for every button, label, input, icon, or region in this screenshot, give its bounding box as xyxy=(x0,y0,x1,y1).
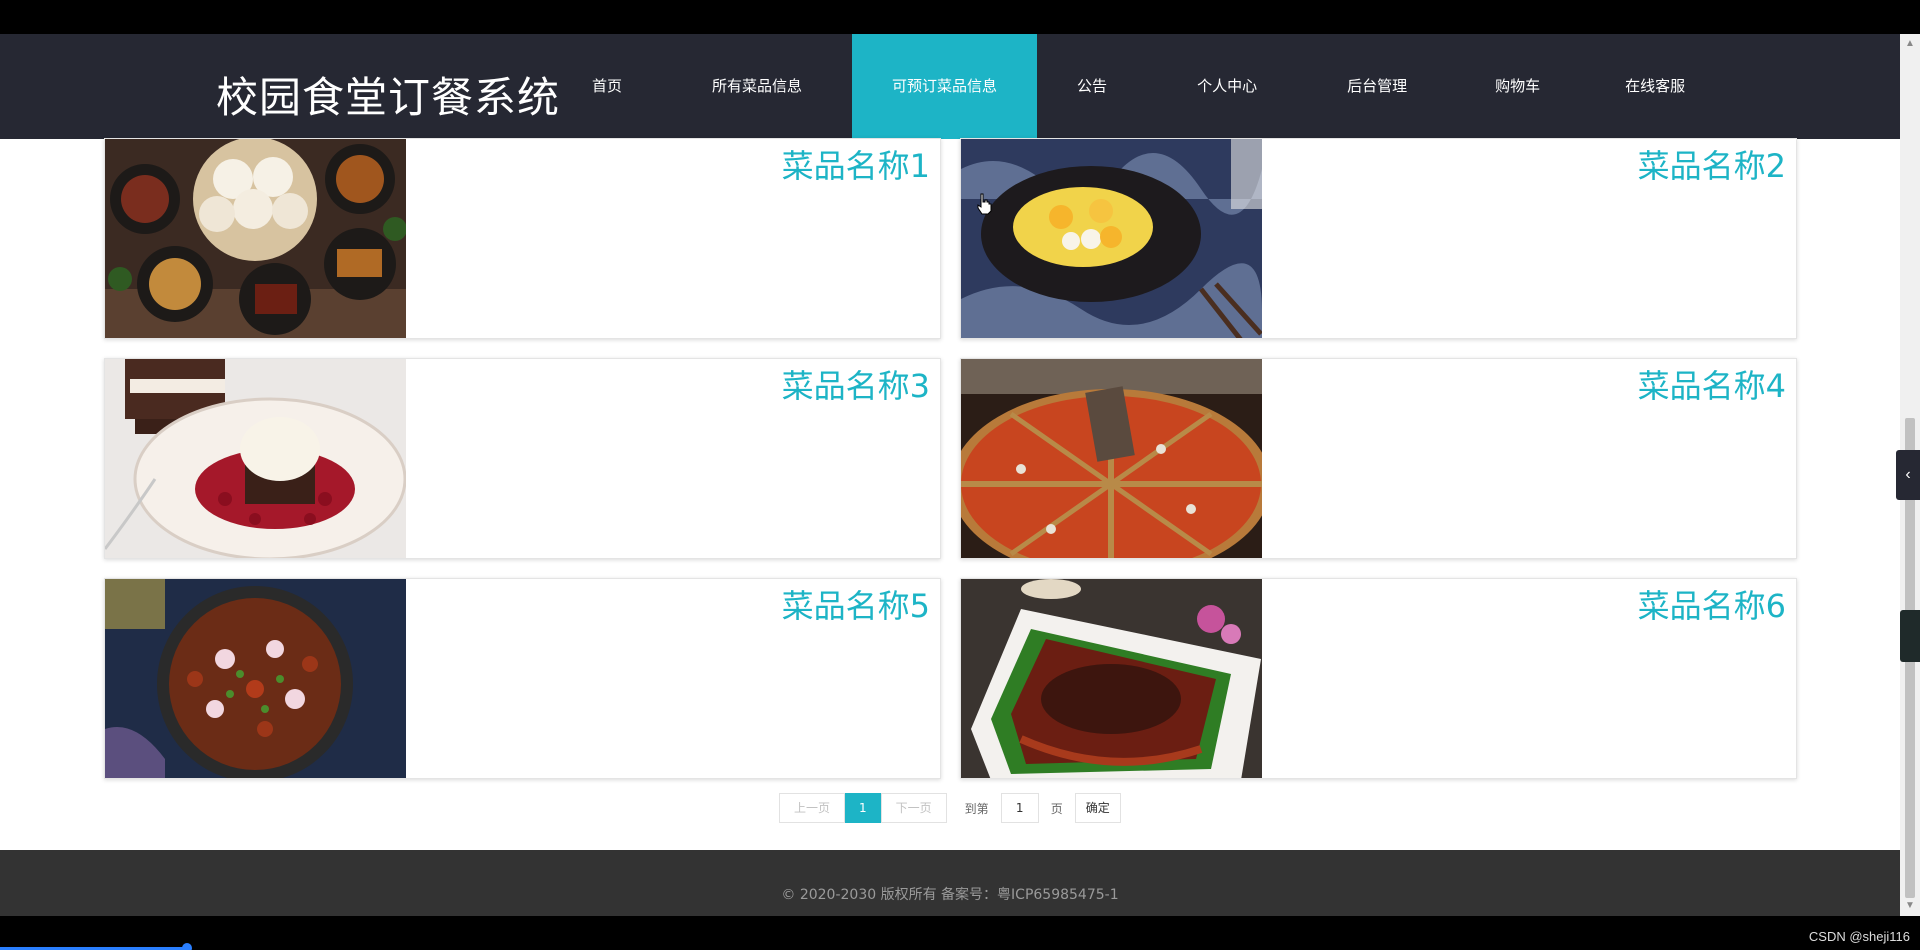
scroll-down-icon[interactable]: ▼ xyxy=(1904,900,1916,912)
dish-card[interactable]: 菜品名称1 xyxy=(104,138,941,339)
progress-handle[interactable] xyxy=(182,943,192,950)
nav-online-service[interactable]: 在线客服 xyxy=(1605,34,1705,139)
dish-title[interactable]: 菜品名称6 xyxy=(1638,581,1786,627)
dish-card[interactable]: 菜品名称3 xyxy=(104,358,941,559)
dish-title[interactable]: 菜品名称5 xyxy=(782,581,930,627)
nav-all-dishes[interactable]: 所有菜品信息 xyxy=(692,34,822,139)
dish-card[interactable]: 菜品名称2 xyxy=(960,138,1797,339)
main-nav: 首页 所有菜品信息 可预订菜品信息 公告 个人中心 后台管理 购物车 在线客服 xyxy=(572,34,1705,139)
dish-image[interactable] xyxy=(105,139,406,338)
hand-cursor-icon xyxy=(977,193,992,215)
side-collapse-button[interactable]: ‹ xyxy=(1896,450,1920,500)
dish-image[interactable] xyxy=(105,359,406,558)
dish-title[interactable]: 菜品名称1 xyxy=(782,141,930,187)
watermark-text: CSDN @sheji116 xyxy=(1808,929,1910,944)
prev-page-button[interactable]: 上一页 xyxy=(779,793,846,823)
confirm-page-button[interactable]: 确定 xyxy=(1074,793,1121,823)
nav-bookable-dishes[interactable]: 可预订菜品信息 xyxy=(852,34,1038,139)
nav-cart[interactable]: 购物车 xyxy=(1475,34,1560,139)
browser-viewport: 校园食堂订餐系统 首页 所有菜品信息 可预订菜品信息 公告 个人中心 后台管理 … xyxy=(0,34,1900,916)
dish-image[interactable] xyxy=(105,579,406,778)
dish-image[interactable] xyxy=(961,359,1262,558)
goto-label: 到第 xyxy=(964,801,989,816)
nav-home[interactable]: 首页 xyxy=(572,34,642,139)
nav-personal-center[interactable]: 个人中心 xyxy=(1177,34,1277,139)
page-unit-label: 页 xyxy=(1050,801,1063,816)
side-tool-button[interactable] xyxy=(1900,610,1920,662)
site-footer: © 2020-2030 版权所有 备案号：粤ICP65985475-1 xyxy=(0,850,1900,916)
dish-image[interactable] xyxy=(961,139,1262,338)
copyright-text: © 2020-2030 版权所有 备案号：粤ICP65985475-1 xyxy=(781,887,1119,903)
dish-card[interactable]: 菜品名称5 xyxy=(104,578,941,779)
dish-title[interactable]: 菜品名称2 xyxy=(1638,141,1786,187)
page-number-input[interactable]: 1 xyxy=(1000,793,1039,823)
current-page-button[interactable]: 1 xyxy=(845,793,881,823)
dish-card[interactable]: 菜品名称4 xyxy=(960,358,1797,559)
next-page-button[interactable]: 下一页 xyxy=(880,793,947,823)
dish-title[interactable]: 菜品名称4 xyxy=(1638,361,1786,407)
dish-image[interactable] xyxy=(961,579,1262,778)
site-header: 校园食堂订餐系统 首页 所有菜品信息 可预订菜品信息 公告 个人中心 后台管理 … xyxy=(0,34,1900,139)
dish-card[interactable]: 菜品名称6 xyxy=(960,578,1797,779)
site-title: 校园食堂订餐系统 xyxy=(216,73,561,122)
pagination: 上一页 1 下一页 到第 1 页 确定 xyxy=(779,793,1121,823)
nav-admin[interactable]: 后台管理 xyxy=(1327,34,1427,139)
screen: 校园食堂订餐系统 首页 所有菜品信息 可预订菜品信息 公告 个人中心 后台管理 … xyxy=(0,0,1920,950)
nav-announcements[interactable]: 公告 xyxy=(1057,34,1127,139)
dish-title[interactable]: 菜品名称3 xyxy=(782,361,930,407)
scroll-up-icon[interactable]: ▲ xyxy=(1904,38,1916,50)
chevron-left-icon: ‹ xyxy=(1905,466,1911,483)
